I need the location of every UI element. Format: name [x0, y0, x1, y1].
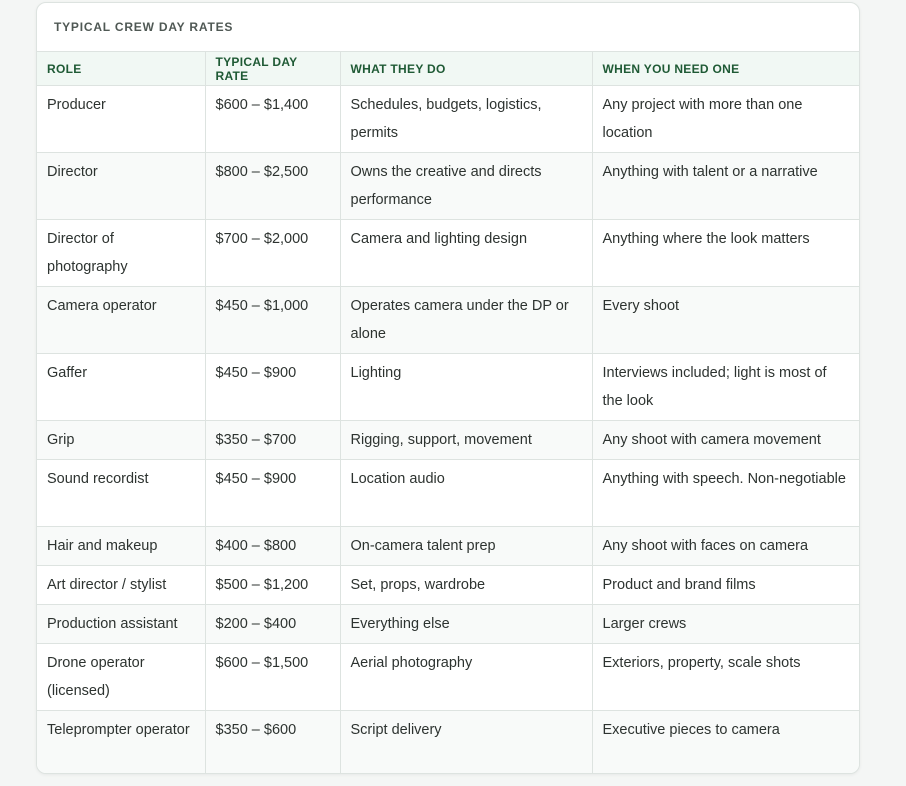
cell-what-they-do: On-camera talent prep	[340, 526, 593, 566]
cell-role: Director	[37, 152, 206, 220]
table-caption: TYPICAL CREW DAY RATES	[54, 20, 234, 34]
cell-role: Drone operator (licensed)	[37, 643, 206, 711]
cell-role: Production assistant	[37, 604, 206, 644]
cell-day-rate: $400 – $800	[205, 526, 341, 566]
table-row: Grip $350 – $700 Rigging, support, movem…	[37, 420, 859, 460]
cell-when-you-need-one: Executive pieces to camera	[592, 710, 859, 773]
cell-when-you-need-one: Anything with talent or a narrative	[592, 152, 859, 220]
cell-day-rate: $450 – $900	[205, 353, 341, 421]
table-row: Camera operator $450 – $1,000 Operates c…	[37, 286, 859, 354]
cell-day-rate: $350 – $700	[205, 420, 341, 460]
table-row: Drone operator (licensed) $600 – $1,500 …	[37, 643, 859, 711]
header-role: ROLE	[37, 51, 206, 86]
cell-what-they-do: Owns the creative and directs performanc…	[340, 152, 593, 220]
cell-what-they-do: Rigging, support, movement	[340, 420, 593, 460]
table-row: Production assistant $200 – $400 Everyth…	[37, 604, 859, 644]
table-header-row: ROLE TYPICAL DAY RATE WHAT THEY DO WHEN …	[37, 51, 859, 86]
cell-when-you-need-one: Anything with speech. Non-negotiable	[592, 459, 859, 527]
table-row: Art director / stylist $500 – $1,200 Set…	[37, 565, 859, 605]
table-row: Sound recordist $450 – $900 Location aud…	[37, 459, 859, 527]
table-row: Teleprompter operator $350 – $600 Script…	[37, 710, 859, 773]
table-row: Director $800 – $2,500 Owns the creative…	[37, 152, 859, 220]
cell-role: Camera operator	[37, 286, 206, 354]
cell-role: Director of photography	[37, 219, 206, 287]
cell-day-rate: $800 – $2,500	[205, 152, 341, 220]
cell-what-they-do: Script delivery	[340, 710, 593, 773]
cell-what-they-do: Schedules, budgets, logistics, permits	[340, 85, 593, 153]
header-day-rate: TYPICAL DAY RATE	[205, 51, 341, 86]
cell-role: Producer	[37, 85, 206, 153]
table-row: Hair and makeup $400 – $800 On-camera ta…	[37, 526, 859, 566]
cell-what-they-do: Camera and lighting design	[340, 219, 593, 287]
crew-rates-card: TYPICAL CREW DAY RATES ROLE TYPICAL DAY …	[36, 2, 860, 774]
cell-what-they-do: Operates camera under the DP or alone	[340, 286, 593, 354]
cell-day-rate: $600 – $1,400	[205, 85, 341, 153]
table-row: Gaffer $450 – $900 Lighting Interviews i…	[37, 353, 859, 421]
cell-when-you-need-one: Any project with more than one location	[592, 85, 859, 153]
cell-day-rate: $200 – $400	[205, 604, 341, 644]
header-when-you-need-one: WHEN YOU NEED ONE	[592, 51, 859, 86]
cell-role: Gaffer	[37, 353, 206, 421]
cell-what-they-do: Set, props, wardrobe	[340, 565, 593, 605]
cell-day-rate: $500 – $1,200	[205, 565, 341, 605]
cell-when-you-need-one: Anything where the look matters	[592, 219, 859, 287]
cell-role: Sound recordist	[37, 459, 206, 527]
cell-when-you-need-one: Interviews included; light is most of th…	[592, 353, 859, 421]
cell-what-they-do: Location audio	[340, 459, 593, 527]
cell-what-they-do: Everything else	[340, 604, 593, 644]
crew-rates-table: ROLE TYPICAL DAY RATE WHAT THEY DO WHEN …	[37, 51, 859, 773]
cell-day-rate: $600 – $1,500	[205, 643, 341, 711]
cell-role: Hair and makeup	[37, 526, 206, 566]
cell-when-you-need-one: Any shoot with faces on camera	[592, 526, 859, 566]
cell-when-you-need-one: Larger crews	[592, 604, 859, 644]
cell-when-you-need-one: Any shoot with camera movement	[592, 420, 859, 460]
cell-what-they-do: Aerial photography	[340, 643, 593, 711]
cell-day-rate: $450 – $900	[205, 459, 341, 527]
cell-day-rate: $700 – $2,000	[205, 219, 341, 287]
cell-day-rate: $350 – $600	[205, 710, 341, 773]
cell-what-they-do: Lighting	[340, 353, 593, 421]
table-row: Producer $600 – $1,400 Schedules, budget…	[37, 85, 859, 153]
cell-when-you-need-one: Exteriors, property, scale shots	[592, 643, 859, 711]
cell-when-you-need-one: Product and brand films	[592, 565, 859, 605]
cell-role: Teleprompter operator	[37, 710, 206, 773]
cell-when-you-need-one: Every shoot	[592, 286, 859, 354]
cell-role: Art director / stylist	[37, 565, 206, 605]
table-row: Director of photography $700 – $2,000 Ca…	[37, 219, 859, 287]
cell-role: Grip	[37, 420, 206, 460]
header-what-they-do: WHAT THEY DO	[340, 51, 593, 86]
cell-day-rate: $450 – $1,000	[205, 286, 341, 354]
